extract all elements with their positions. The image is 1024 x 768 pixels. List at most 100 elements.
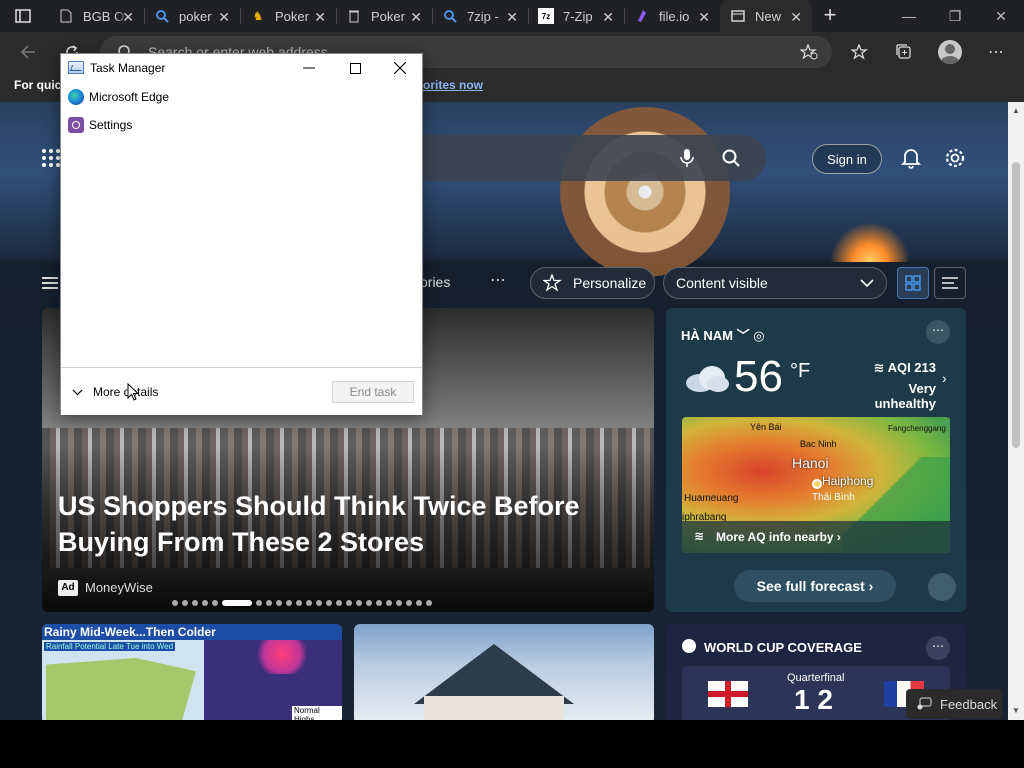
pager-dot[interactable] xyxy=(366,600,372,606)
weather-card[interactable]: HÀ NAM ﹀ ◎ ⋯ 56 °F ≋ AQI 213 Very unheal… xyxy=(666,308,966,612)
pager-dot[interactable] xyxy=(416,600,422,606)
hero-headline[interactable]: US Shoppers Should Think Twice Before Bu… xyxy=(58,488,618,560)
minimize-button[interactable]: — xyxy=(886,0,932,32)
tab-4[interactable]: Poker ✕ xyxy=(336,0,432,32)
web-search-box[interactable] xyxy=(420,135,766,181)
pager-dot[interactable] xyxy=(396,600,402,606)
tab-2[interactable]: poker ✕ xyxy=(144,0,240,32)
grid-view-icon xyxy=(905,275,921,291)
close-icon[interactable]: ✕ xyxy=(790,9,802,26)
carousel-pager[interactable] xyxy=(172,600,432,606)
close-icon[interactable]: ✕ xyxy=(218,9,230,26)
favorites-button[interactable] xyxy=(846,38,874,66)
background-ferris-wheel xyxy=(560,107,730,277)
pager-dot[interactable] xyxy=(356,600,362,606)
collections-button[interactable] xyxy=(890,38,918,66)
pager-dot[interactable] xyxy=(406,600,412,606)
tab-6[interactable]: 7z 7-Zip ✕ xyxy=(528,0,624,32)
weather-assistant-icon[interactable] xyxy=(928,573,956,601)
tab-5[interactable]: 7zip - ✕ xyxy=(432,0,528,32)
pager-dot-active[interactable] xyxy=(222,600,252,606)
task-manager-maximize-button[interactable] xyxy=(332,54,378,82)
close-icon[interactable]: ✕ xyxy=(122,9,134,26)
close-icon[interactable]: ✕ xyxy=(410,9,422,26)
scrollbar-thumb[interactable] xyxy=(1012,162,1020,448)
see-full-forecast-button[interactable]: See full forecast › xyxy=(734,570,896,602)
task-manager-window[interactable]: Task Manager Microsoft Edge Settings Mor… xyxy=(60,53,423,415)
nav-item-stories[interactable]: ories xyxy=(420,274,450,290)
world-cup-title: WORLD CUP COVERAGE xyxy=(704,640,862,655)
more-details-button[interactable]: More details xyxy=(72,385,158,399)
tab-1[interactable]: BGB O ✕ xyxy=(48,0,144,32)
list-view-button[interactable] xyxy=(934,267,966,299)
menu-hamburger-icon[interactable] xyxy=(42,277,58,289)
pager-dot[interactable] xyxy=(306,600,312,606)
content-visibility-dropdown[interactable]: Content visible xyxy=(663,267,887,299)
tab-8-active[interactable]: New ✕ xyxy=(720,0,812,32)
pager-dot[interactable] xyxy=(276,600,282,606)
personalize-button[interactable]: Personalize xyxy=(530,267,655,299)
pager-dot[interactable] xyxy=(182,600,188,606)
nav-more-icon[interactable]: ⋯ xyxy=(490,270,507,290)
pager-dot[interactable] xyxy=(296,600,302,606)
house-news-card[interactable] xyxy=(354,624,654,720)
search-icon[interactable] xyxy=(722,149,740,172)
weather-news-card[interactable]: Rainy Mid-Week...Then Colder Rainfall Po… xyxy=(42,624,342,720)
process-row-edge[interactable]: Microsoft Edge xyxy=(61,83,422,111)
pager-dot[interactable] xyxy=(256,600,262,606)
pager-dot[interactable] xyxy=(212,600,218,606)
aqi-value[interactable]: ≋ AQI 213 xyxy=(866,360,936,376)
pager-dot[interactable] xyxy=(266,600,272,606)
process-row-settings[interactable]: Settings xyxy=(61,111,422,139)
microphone-icon[interactable] xyxy=(680,148,694,173)
settings-more-button[interactable]: ⋯ xyxy=(982,38,1010,66)
page-scrollbar[interactable]: ▲ ▼ xyxy=(1008,102,1024,720)
manage-favorites-link[interactable]: orites now xyxy=(423,78,483,92)
more-aq-link[interactable]: ≋ More AQ info nearby › xyxy=(682,521,950,553)
location-name: HÀ NAM xyxy=(681,328,733,343)
pager-dot[interactable] xyxy=(336,600,342,606)
air-quality-map[interactable]: Yên Bái Bac Ninh Fangchenggang Hanoi Hai… xyxy=(682,417,950,553)
maximize-button[interactable]: ❐ xyxy=(932,0,978,32)
back-button[interactable] xyxy=(14,38,42,66)
notifications-bell-icon[interactable] xyxy=(898,145,924,171)
pager-dot[interactable] xyxy=(286,600,292,606)
chevron-right-icon[interactable]: › xyxy=(942,370,947,386)
add-favorite-icon[interactable] xyxy=(799,43,818,65)
pager-dot[interactable] xyxy=(386,600,392,606)
close-icon[interactable]: ✕ xyxy=(602,9,614,26)
pager-dot[interactable] xyxy=(326,600,332,606)
page-settings-gear-icon[interactable] xyxy=(942,145,968,171)
weather-more-button[interactable]: ⋯ xyxy=(926,320,950,344)
scroll-down-icon[interactable]: ▼ xyxy=(1012,706,1020,715)
ellipsis-icon: ⋯ xyxy=(988,44,1004,61)
tab-actions-button[interactable] xyxy=(8,4,38,28)
task-manager-titlebar[interactable]: Task Manager xyxy=(61,54,422,82)
pager-dot[interactable] xyxy=(192,600,198,606)
pager-dot[interactable] xyxy=(376,600,382,606)
profile-avatar[interactable] xyxy=(938,40,962,64)
feedback-button[interactable]: Feedback xyxy=(906,689,1002,719)
close-window-button[interactable]: ✕ xyxy=(978,0,1024,32)
close-icon[interactable]: ✕ xyxy=(698,9,710,26)
end-task-button[interactable]: End task xyxy=(332,381,414,403)
pager-dot[interactable] xyxy=(172,600,178,606)
sign-in-button[interactable]: Sign in xyxy=(812,144,882,174)
scroll-up-icon[interactable]: ▲ xyxy=(1012,106,1020,115)
pager-dot[interactable] xyxy=(316,600,322,606)
tab-7[interactable]: file.io ✕ xyxy=(624,0,720,32)
new-tab-button[interactable]: + xyxy=(818,4,842,28)
tab-3[interactable]: ♞ Poker ✕ xyxy=(240,0,336,32)
weather-location[interactable]: HÀ NAM ﹀ ◎ xyxy=(681,325,765,344)
task-manager-close-button[interactable] xyxy=(377,54,423,82)
pager-dot[interactable] xyxy=(346,600,352,606)
pager-dot[interactable] xyxy=(426,600,432,606)
world-cup-more-button[interactable]: ⋯ xyxy=(926,636,950,660)
close-icon[interactable]: ✕ xyxy=(314,9,326,26)
task-manager-minimize-button[interactable] xyxy=(286,54,332,82)
apps-launcher-icon[interactable] xyxy=(42,149,60,167)
close-icon[interactable]: ✕ xyxy=(506,9,518,26)
temperature-unit[interactable]: °F xyxy=(790,360,810,383)
pager-dot[interactable] xyxy=(202,600,208,606)
grid-view-button[interactable] xyxy=(897,267,929,299)
